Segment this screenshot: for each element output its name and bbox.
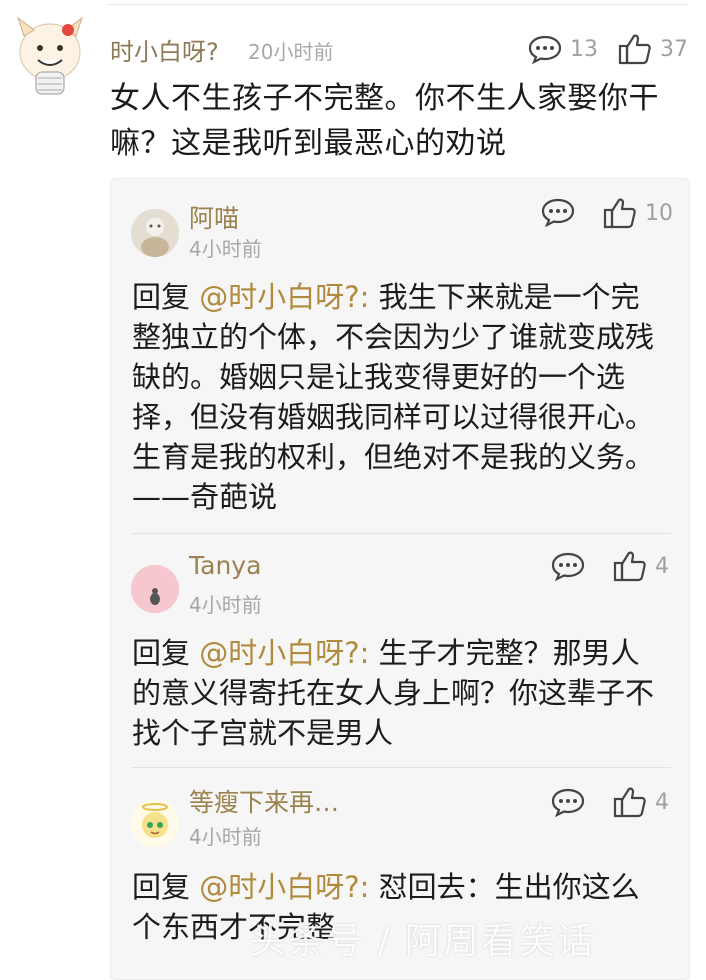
- reply-author[interactable]: 阿喵: [189, 199, 239, 235]
- avatar[interactable]: [14, 16, 86, 102]
- avatar[interactable]: [131, 209, 179, 257]
- divider: [132, 767, 671, 768]
- comment-text: 女人不生孩子不完整。你不生人家娶你干嘛？这是我听到最恶心的劝说: [110, 81, 659, 161]
- watermark: 头条号 / 阿周看笑话: [250, 921, 596, 962]
- divider: [132, 533, 671, 534]
- reply-prefix: 回复: [132, 636, 191, 670]
- thumbs-up-icon: [613, 786, 647, 818]
- comment-icon: [528, 34, 562, 64]
- reply-prefix: 回复: [132, 280, 191, 314]
- like-count: 4: [655, 553, 669, 579]
- comment-count-button[interactable]: 13: [528, 34, 598, 64]
- thumbs-up-icon: [618, 33, 652, 65]
- reply-body: 我生下来就是一个完整独立的个体，不会因为少了谁就变成残缺的。婚姻只是让我变得更好…: [132, 280, 655, 514]
- avatar[interactable]: [131, 565, 179, 613]
- reply-comment-button[interactable]: [551, 551, 585, 581]
- comment-author[interactable]: 时小白呀?: [110, 32, 219, 67]
- like-button[interactable]: 10: [603, 197, 673, 229]
- reply-comment-button[interactable]: [551, 787, 585, 817]
- reply-author[interactable]: Tanya: [189, 551, 261, 580]
- reply-prefix: 回复: [132, 870, 191, 904]
- reply-time: 4小时前: [189, 593, 262, 617]
- comment-icon: [551, 551, 585, 581]
- comment-time: 20小时前: [248, 40, 334, 64]
- reply-time: 4小时前: [189, 237, 262, 261]
- reply-text: 回复 @时小白呀?: 生子才完整？那男人的意义得寄托在女人身上啊？你这辈子不找个…: [132, 633, 662, 753]
- comment-icon: [551, 787, 585, 817]
- mention-link[interactable]: @时小白呀?:: [199, 280, 369, 314]
- reply-time: 4小时前: [189, 825, 262, 849]
- like-count: 37: [660, 36, 688, 62]
- top-divider: [108, 4, 688, 5]
- mention-link[interactable]: @时小白呀?:: [199, 870, 369, 904]
- like-count: 10: [645, 200, 673, 226]
- comment-count: 13: [570, 36, 598, 62]
- avatar[interactable]: [131, 799, 179, 847]
- thumbs-up-icon: [603, 197, 637, 229]
- reply-comment-button[interactable]: [541, 197, 575, 227]
- like-button[interactable]: 4: [613, 786, 669, 818]
- like-button[interactable]: 37: [618, 33, 688, 65]
- comment-icon: [541, 197, 575, 227]
- reply-text: 回复 @时小白呀?: 我生下来就是一个完整独立的个体，不会因为少了谁就变成残缺的…: [132, 277, 662, 517]
- thumbs-up-icon: [613, 550, 647, 582]
- mention-link[interactable]: @时小白呀?:: [199, 636, 369, 670]
- reply-list: 阿喵 4小时前 10 回复 @时小白呀?: 我生下来就是一个完整独立的个体，不会…: [110, 178, 690, 980]
- like-button[interactable]: 4: [613, 550, 669, 582]
- like-count: 4: [655, 789, 669, 815]
- reply-author[interactable]: 等瘦下来再…: [189, 783, 339, 819]
